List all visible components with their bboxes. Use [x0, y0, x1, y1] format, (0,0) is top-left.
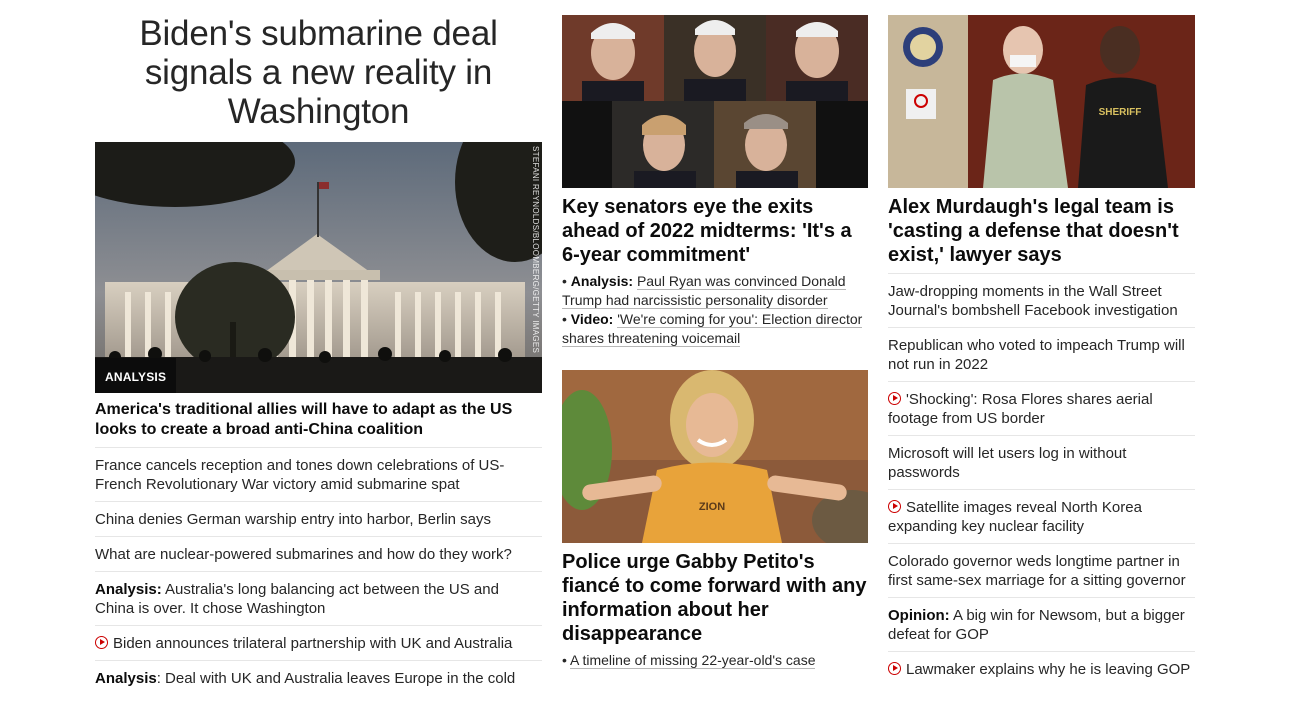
- shirt-print: ZION: [699, 501, 725, 513]
- analysis-label: Analysis:: [95, 581, 162, 598]
- senators-collage-photo: [562, 15, 868, 188]
- photo-credit: STEFANI REYNOLDS/BLOOMBERG/GETTY IMAGES: [531, 146, 540, 354]
- right-links-list: Jaw-dropping moments in the Wall Street …: [888, 273, 1195, 686]
- list-item[interactable]: Analysis: Australia's long balancing act…: [95, 571, 542, 625]
- video-play-icon: [888, 500, 901, 513]
- list-item[interactable]: Microsoft will let users log in without …: [888, 435, 1195, 489]
- list-item[interactable]: Biden announces trilateral partnership w…: [95, 625, 542, 660]
- list-item[interactable]: Jaw-dropping moments in the Wall Street …: [888, 273, 1195, 327]
- related-links-list: France cancels reception and tones down …: [95, 447, 542, 695]
- top-story-headline[interactable]: Biden's submarine deal signals a new rea…: [95, 14, 542, 131]
- murdaugh-headline[interactable]: Alex Murdaugh's legal team is 'casting a…: [888, 195, 1195, 267]
- lead-link[interactable]: America's traditional allies will have t…: [95, 400, 542, 440]
- gabby-petito-photo: ZION: [562, 370, 868, 543]
- gabby-petito-headline[interactable]: Police urge Gabby Petito's fiancé to com…: [562, 550, 868, 646]
- senators-image[interactable]: [562, 15, 868, 188]
- list-item[interactable]: Opinion: A big win for Newsom, but a big…: [888, 597, 1195, 651]
- opinion-label: Opinion:: [888, 607, 950, 624]
- gabby-petito-image[interactable]: ZION: [562, 370, 868, 543]
- list-item[interactable]: Colorado governor weds longtime partner …: [888, 543, 1195, 597]
- list-item[interactable]: Analysis: Deal with UK and Australia lea…: [95, 660, 542, 695]
- video-play-icon: [95, 636, 108, 649]
- list-item[interactable]: Satellite images reveal North Korea expa…: [888, 489, 1195, 543]
- list-item[interactable]: Lawmaker explains why he is leaving GOP: [888, 651, 1195, 686]
- analysis-label: Analysis: [95, 670, 157, 687]
- white-house-image[interactable]: STEFANI REYNOLDS/BLOOMBERG/GETTY IMAGES …: [95, 142, 542, 393]
- list-item[interactable]: Republican who voted to impeach Trump wi…: [888, 327, 1195, 381]
- list-item[interactable]: France cancels reception and tones down …: [95, 447, 542, 501]
- list-item[interactable]: What are nuclear-powered submarines and …: [95, 536, 542, 571]
- list-item[interactable]: China denies German warship entry into h…: [95, 501, 542, 536]
- murdaugh-photo: SHERIFF: [888, 15, 1195, 188]
- top-story-column: Biden's submarine deal signals a new rea…: [95, 0, 542, 687]
- senators-sublinks: • Analysis: Paul Ryan was convinced Dona…: [562, 272, 868, 348]
- list-item[interactable]: • Analysis: Paul Ryan was convinced Dona…: [562, 272, 868, 310]
- analysis-badge: ANALYSIS: [95, 358, 177, 393]
- list-item[interactable]: 'Shocking': Rosa Flores shares aerial fo…: [888, 381, 1195, 435]
- murdaugh-image[interactable]: SHERIFF: [888, 15, 1195, 188]
- gabby-petito-sublinks: • A timeline of missing 22-year-old's ca…: [562, 651, 868, 670]
- white-house-photo: [95, 142, 542, 393]
- sheriff-vest-print: SHERIFF: [1099, 107, 1142, 118]
- video-play-icon: [888, 662, 901, 675]
- senators-headline[interactable]: Key senators eye the exits ahead of 2022…: [562, 195, 868, 267]
- list-item[interactable]: • Video: 'We're coming for you': Electio…: [562, 310, 868, 348]
- video-play-icon: [888, 392, 901, 405]
- list-item[interactable]: • A timeline of missing 22-year-old's ca…: [562, 651, 868, 670]
